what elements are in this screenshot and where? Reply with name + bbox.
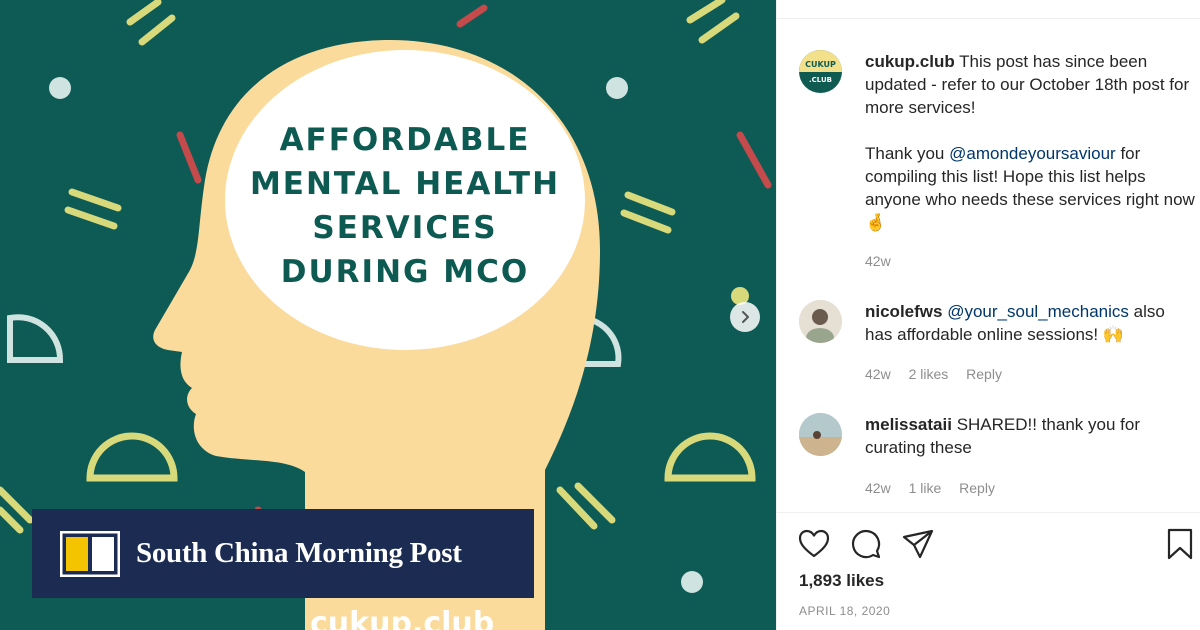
username-link[interactable]: melissataii [865, 415, 952, 434]
caption-text: Thank you [865, 144, 945, 163]
mention-link[interactable]: @your_soul_mechanics [947, 302, 1129, 321]
reply-button[interactable]: Reply [959, 480, 995, 496]
publisher-banner: South China Morning Post [32, 509, 534, 598]
comment-meta: 42w 1 like Reply [865, 480, 1009, 496]
headline-line: SERVICES [312, 210, 498, 246]
like-count[interactable]: 2 likes [909, 366, 949, 382]
post-image: AFFORDABLE MENTAL HEALTH SERVICES DURING… [0, 0, 776, 630]
like-count[interactable]: 1 like [909, 480, 942, 496]
next-image-button[interactable] [730, 302, 760, 332]
bookmark-icon [1167, 528, 1193, 560]
watermark: cukup.club [310, 606, 495, 630]
chevron-right-icon [742, 311, 749, 323]
avatar[interactable] [799, 413, 842, 456]
comment-body: melissataii SHARED!! thank you for curat… [865, 413, 1195, 459]
avatar[interactable]: CUKUP .CLUB [799, 50, 842, 93]
scmp-logo-icon [59, 530, 121, 577]
username-link[interactable]: cukup.club [865, 52, 955, 71]
comment-body: nicolefws @your_soul_mechanics also has … [865, 300, 1195, 346]
share-icon [902, 529, 934, 559]
comment-icon [852, 530, 881, 559]
caption: CUKUP .CLUB cukup.club This post has sin… [799, 50, 1195, 280]
headline-line: DURING MCO [280, 254, 530, 290]
caption-meta: 42w [865, 253, 905, 269]
divider [777, 18, 1200, 19]
share-button[interactable] [901, 527, 935, 561]
post-date[interactable]: APRIL 18, 2020 [799, 604, 890, 618]
headline-line: AFFORDABLE [279, 122, 531, 158]
likes-count[interactable]: 1,893 likes [799, 571, 884, 591]
reply-button[interactable]: Reply [966, 366, 1002, 382]
action-bar [797, 527, 1197, 561]
fingers-crossed-emoji: 🤞 [865, 213, 887, 232]
timestamp[interactable]: 42w [865, 366, 891, 382]
avatar[interactable] [799, 300, 842, 343]
save-button[interactable] [1163, 527, 1197, 561]
like-button[interactable] [797, 527, 831, 561]
comment-meta: 42w 2 likes Reply [865, 366, 1016, 382]
publisher-name: South China Morning Post [136, 537, 462, 569]
mention-link[interactable]: @amondeyoursaviour [949, 144, 1116, 163]
caption-body: cukup.club This post has since been upda… [865, 50, 1195, 234]
comment-button[interactable] [849, 527, 883, 561]
avatar-text: .CLUB [809, 76, 832, 84]
comment-item: nicolefws @your_soul_mechanics also has … [799, 300, 1189, 390]
timestamp[interactable]: 42w [865, 480, 891, 496]
comments-panel: CUKUP .CLUB cukup.club This post has sin… [776, 0, 1200, 630]
avatar-text: CUKUP [805, 60, 836, 69]
divider [777, 512, 1200, 513]
headline-line: MENTAL HEALTH [249, 166, 561, 202]
heart-icon [798, 529, 830, 558]
headline: AFFORDABLE MENTAL HEALTH SERVICES DURING… [230, 118, 580, 294]
comment-item: melissataii SHARED!! thank you for curat… [799, 413, 1189, 503]
timestamp[interactable]: 42w [865, 253, 891, 269]
username-link[interactable]: nicolefws [865, 302, 942, 321]
raised-hands-emoji: 🙌 [1102, 325, 1125, 344]
